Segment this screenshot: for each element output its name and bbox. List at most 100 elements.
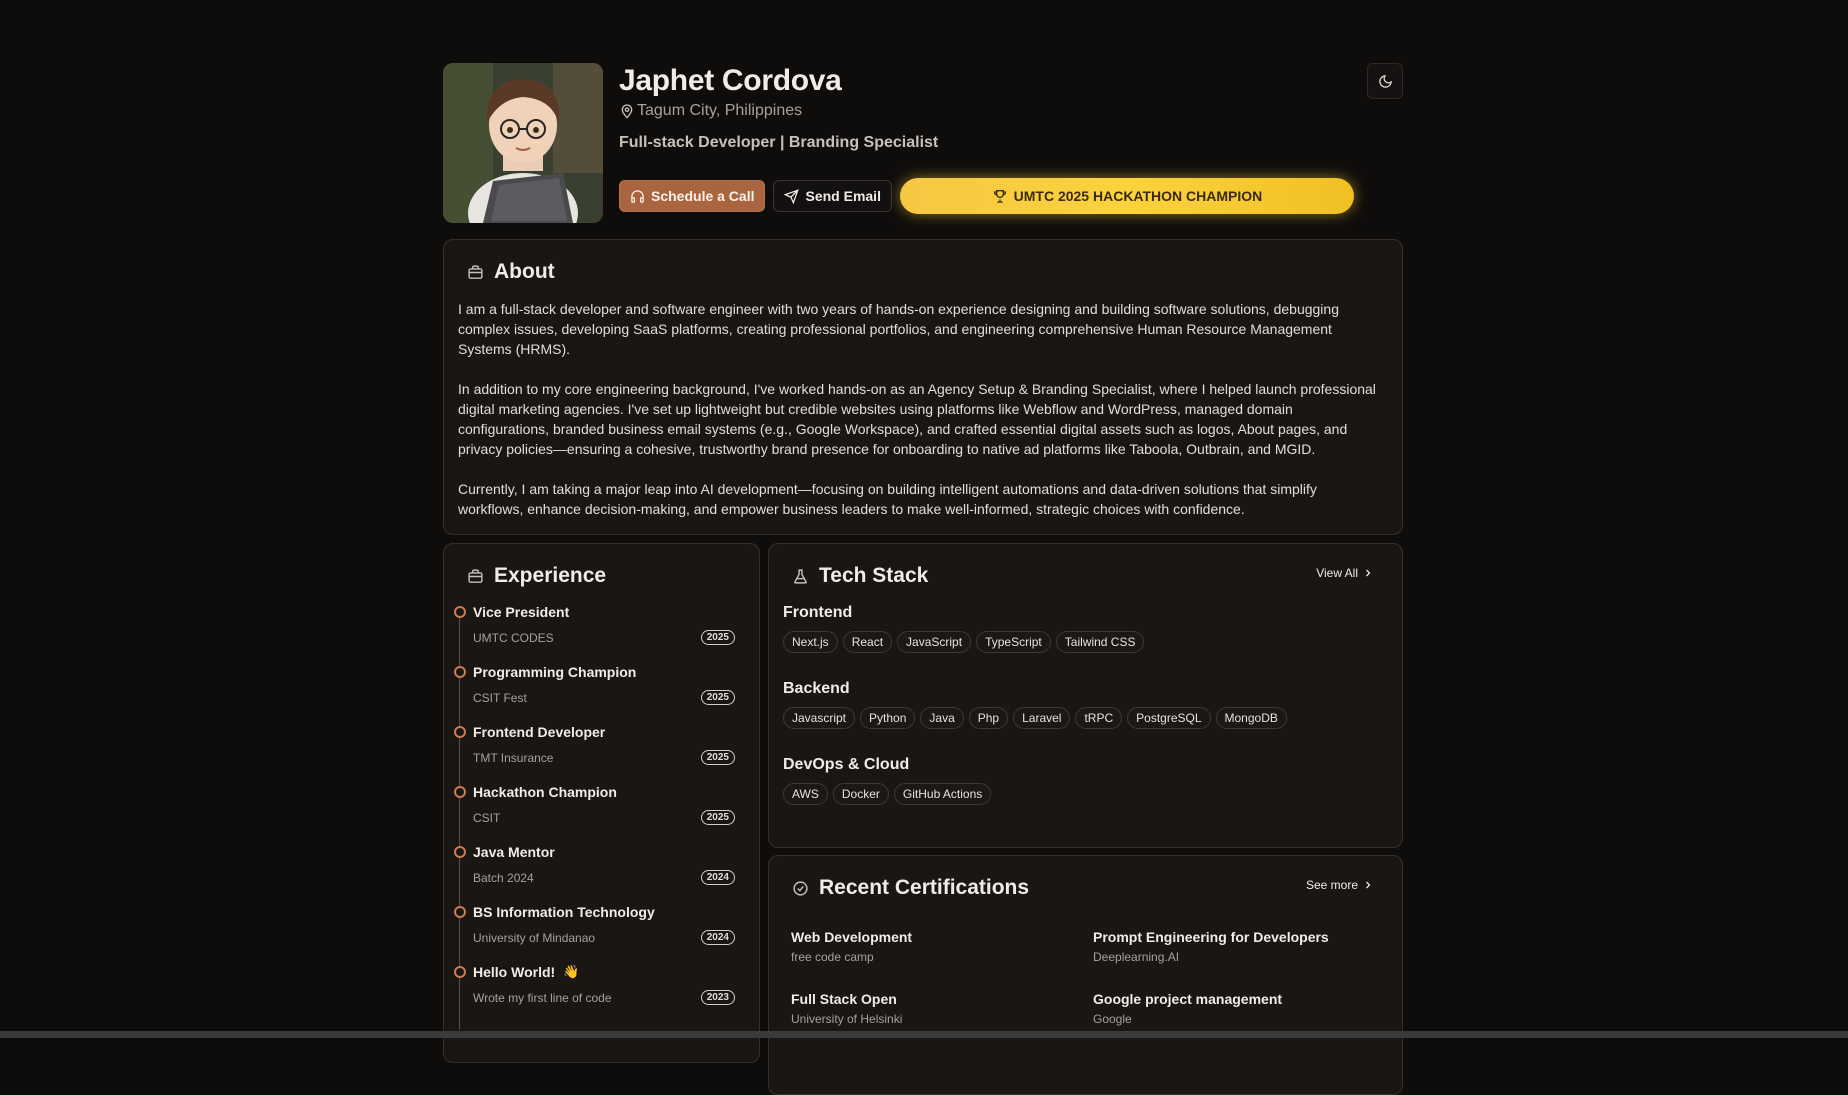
timeline-dot bbox=[454, 606, 466, 618]
location-text: Tagum City, Philippines bbox=[637, 102, 803, 119]
experience-org: CSIT Fest bbox=[473, 691, 527, 705]
cert-issuer: University of Helsinki bbox=[791, 1012, 903, 1026]
tech-stack-card: Tech Stack View All Frontend Next.js Rea… bbox=[768, 543, 1403, 848]
timeline-item: Hackathon Champion CSIT 2025 bbox=[453, 784, 743, 844]
experience-org: UMTC CODES bbox=[473, 631, 554, 645]
trophy-icon bbox=[992, 188, 1008, 204]
timeline-dot bbox=[454, 846, 466, 858]
experience-org: TMT Insurance bbox=[473, 751, 554, 765]
location: Tagum City, Philippines bbox=[619, 102, 802, 120]
briefcase-icon bbox=[467, 568, 484, 585]
tech-group-title: Backend bbox=[783, 680, 850, 697]
tech-stack-heading: Tech Stack bbox=[792, 564, 928, 588]
tech-tag: Docker bbox=[832, 783, 889, 805]
experience-title: Experience bbox=[494, 564, 607, 587]
tech-tag: GitHub Actions bbox=[893, 783, 992, 805]
tag-list: Next.js React JavaScript TypeScript Tail… bbox=[783, 631, 1145, 653]
timeline-item: Vice President UMTC CODES 2025 bbox=[453, 604, 743, 664]
experience-org: Batch 2024 bbox=[473, 871, 534, 885]
certification-item[interactable]: Prompt Engineering for Developers Deeple… bbox=[1093, 929, 1329, 964]
experience-role: Vice President bbox=[473, 604, 570, 620]
year-badge: 2024 bbox=[700, 870, 735, 885]
tech-tag: JavaScript bbox=[897, 631, 972, 653]
experience-org: CSIT bbox=[473, 811, 501, 825]
experience-org: Wrote my first line of code bbox=[473, 991, 612, 1005]
tech-group-title: Frontend bbox=[783, 604, 853, 621]
year-badge: 2025 bbox=[700, 690, 735, 705]
timeline-item: Hello World! 👋 Wrote my first line of co… bbox=[453, 964, 743, 1024]
about-title: About bbox=[494, 260, 555, 283]
timeline-item: BS Information Technology University of … bbox=[453, 904, 743, 964]
certification-item[interactable]: Web Development free code camp bbox=[791, 929, 912, 964]
chevron-right-icon bbox=[1362, 567, 1374, 579]
tech-group-backend: Backend Javascript Python Java Php Larav… bbox=[783, 680, 1287, 729]
timeline-dot bbox=[454, 906, 466, 918]
theme-toggle-button[interactable] bbox=[1367, 63, 1403, 99]
about-card: About I am a full-stack developer and so… bbox=[443, 239, 1403, 535]
cert-issuer: Deeplearning.AI bbox=[1093, 950, 1180, 964]
view-all-link[interactable]: View All bbox=[1316, 566, 1374, 580]
headphones-icon bbox=[630, 189, 645, 204]
briefcase-icon bbox=[467, 264, 484, 281]
experience-role: BS Information Technology bbox=[473, 904, 655, 920]
experience-timeline: Vice President UMTC CODES 2025 Programmi… bbox=[453, 604, 743, 1030]
tag-list: Javascript Python Java Php Laravel tRPC … bbox=[783, 707, 1287, 729]
see-more-label: See more bbox=[1305, 878, 1358, 892]
about-heading: About bbox=[467, 260, 555, 284]
about-paragraph: I am a full-stack developer and software… bbox=[458, 301, 1339, 357]
timeline-item: Java Mentor Batch 2024 2024 bbox=[453, 844, 743, 904]
cert-issuer: free code camp bbox=[791, 950, 874, 964]
experience-role-row: Hello World! 👋 bbox=[473, 964, 579, 980]
tech-tag: Java bbox=[920, 707, 964, 729]
year-badge: 2023 bbox=[700, 990, 735, 1005]
experience-role: Programming Champion bbox=[473, 664, 637, 680]
certification-item[interactable]: Google project management Google bbox=[1093, 991, 1282, 1026]
tech-tag: MongoDB bbox=[1215, 707, 1287, 729]
champion-label: UMTC 2025 HACKATHON CHAMPION bbox=[1013, 188, 1263, 204]
send-icon bbox=[784, 188, 800, 204]
year-badge: 2025 bbox=[700, 630, 735, 645]
flask-icon bbox=[792, 568, 809, 585]
map-pin-icon bbox=[619, 103, 635, 119]
certification-item[interactable]: Full Stack Open University of Helsinki bbox=[791, 991, 902, 1026]
experience-org: University of Mindanao bbox=[473, 931, 596, 945]
tech-tag: Next.js bbox=[783, 631, 838, 653]
tech-tag: Php bbox=[968, 707, 1009, 729]
timeline-dot bbox=[454, 666, 466, 678]
schedule-call-button[interactable]: Schedule a Call bbox=[619, 180, 766, 212]
about-paragraph: In addition to my core engineering backg… bbox=[458, 381, 1376, 457]
action-buttons: Schedule a Call Send Email UMTC 2025 HAC… bbox=[619, 178, 1354, 214]
certifications-title: Recent Certifications bbox=[819, 876, 1030, 899]
tech-tag: TypeScript bbox=[976, 631, 1051, 653]
experience-role: Hello World! bbox=[473, 964, 556, 980]
tech-tag: Python bbox=[860, 707, 916, 729]
timeline-dot bbox=[454, 786, 466, 798]
cert-title: Google project management bbox=[1093, 991, 1283, 1007]
year-badge: 2025 bbox=[700, 750, 735, 765]
horizontal-scrollbar[interactable] bbox=[0, 1031, 1848, 1038]
timeline-dot bbox=[454, 726, 466, 738]
tech-stack-title: Tech Stack bbox=[819, 564, 929, 587]
timeline-item: Programming Champion CSIT Fest 2025 bbox=[453, 664, 743, 724]
tech-group-devops: DevOps & Cloud AWS Docker GitHub Actions bbox=[783, 756, 992, 805]
tech-tag: tRPC bbox=[1075, 707, 1123, 729]
year-badge: 2025 bbox=[700, 810, 735, 825]
cert-issuer: Google bbox=[1093, 1012, 1132, 1026]
view-all-label: View All bbox=[1316, 566, 1358, 580]
avatar bbox=[443, 63, 603, 223]
experience-card: Experience Vice President UMTC CODES 202… bbox=[443, 543, 760, 1063]
cert-title: Web Development bbox=[791, 929, 913, 945]
moon-icon bbox=[1378, 74, 1393, 89]
about-paragraph: Currently, I am taking a major leap into… bbox=[458, 481, 1317, 517]
experience-heading: Experience bbox=[467, 564, 606, 588]
timeline-dot bbox=[454, 966, 466, 978]
send-email-button[interactable]: Send Email bbox=[773, 180, 892, 212]
hackathon-champion-badge[interactable]: UMTC 2025 HACKATHON CHAMPION bbox=[899, 178, 1354, 214]
see-more-link[interactable]: See more bbox=[1306, 878, 1374, 892]
cert-title: Full Stack Open bbox=[791, 991, 897, 1007]
tech-tag: Javascript bbox=[783, 707, 856, 729]
experience-role: Java Mentor bbox=[473, 844, 555, 860]
cert-title: Prompt Engineering for Developers bbox=[1093, 929, 1329, 945]
badge-check-icon bbox=[792, 880, 809, 897]
tech-tag: PostgreSQL bbox=[1127, 707, 1211, 729]
